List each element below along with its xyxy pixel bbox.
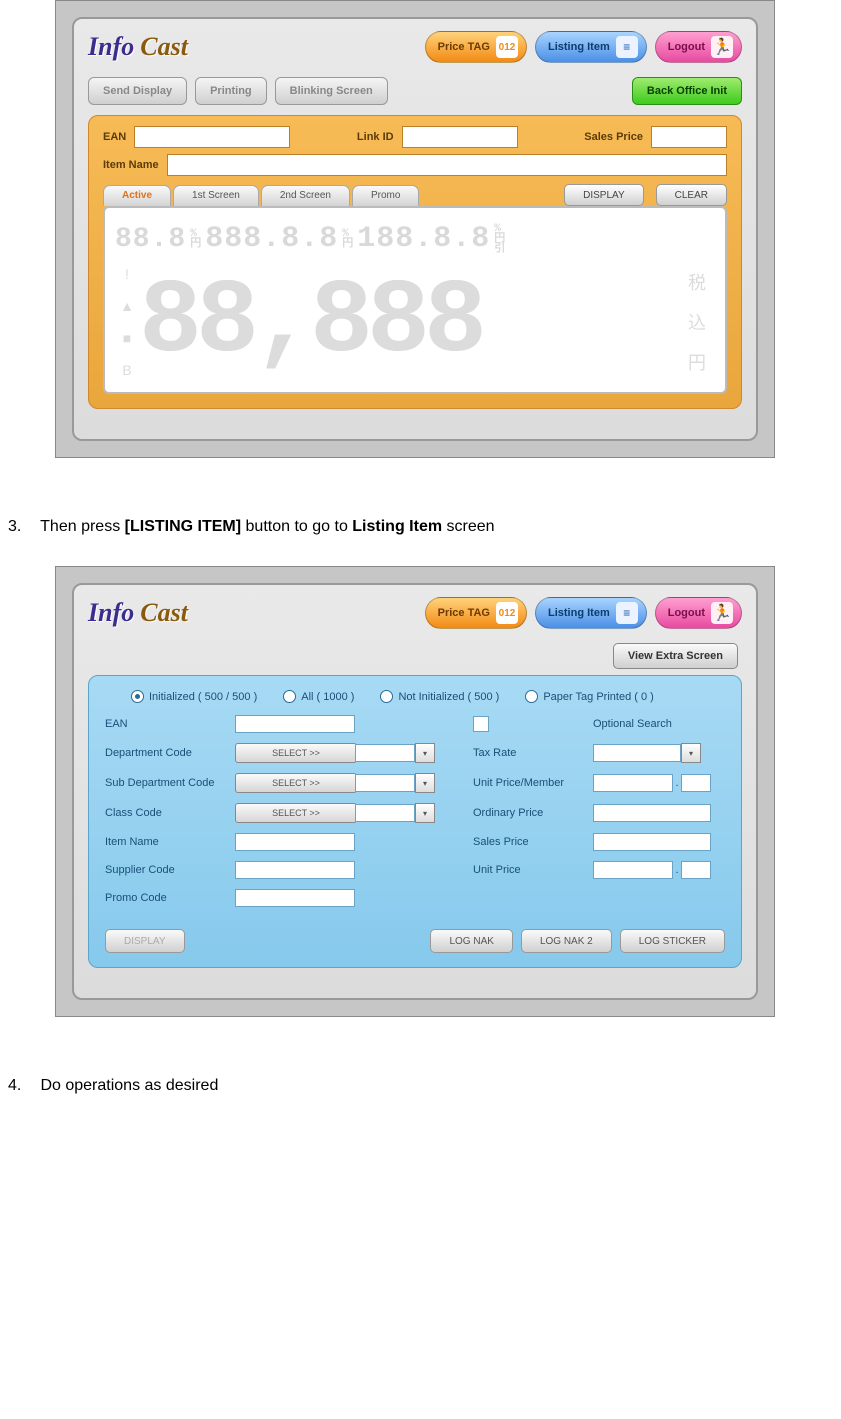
log-nak2-button[interactable]: LOG NAK 2: [521, 929, 612, 953]
department-select-button[interactable]: SELECT >>: [235, 743, 357, 763]
radio-icon: [380, 690, 393, 703]
exit-icon: 🏃: [711, 36, 733, 58]
department-code-label: Department Code: [105, 747, 235, 759]
lcd-display: 88.8 %円 888.8.8 %円 188.8.8 %円引 ! ▲ ■ B: [103, 206, 727, 394]
tab-promo[interactable]: Promo: [352, 185, 419, 206]
logout-label: Logout: [668, 41, 705, 53]
promo-code-input[interactable]: [235, 889, 355, 907]
radio-icon: [525, 690, 538, 703]
link-id-input[interactable]: [402, 126, 518, 148]
ean-label: EAN: [105, 718, 235, 730]
printing-button[interactable]: Printing: [195, 77, 267, 105]
lcd-right-labels: 税 込 円: [679, 262, 715, 382]
instruction-step-4: 4. Do operations as desired: [8, 1077, 841, 1095]
tax-rate-label: Tax Rate: [473, 747, 593, 759]
logo: Info Cast: [88, 598, 188, 628]
list-icon: ≡: [616, 602, 638, 624]
listing-item-label: Listing Item: [548, 41, 610, 53]
optional-search-checkbox[interactable]: [473, 716, 489, 732]
logout-button[interactable]: Logout 🏃: [655, 597, 742, 629]
unit-price-member-input-a[interactable]: [593, 774, 673, 792]
ordinary-price-input[interactable]: [593, 804, 711, 822]
view-extra-screen-button[interactable]: View Extra Screen: [613, 643, 738, 669]
dropdown-icon[interactable]: ▾: [415, 743, 435, 763]
listing-item-screenshot: Info Cast Price TAG 012 Listing Item ≡ L…: [55, 566, 775, 1017]
price-tag-label: Price TAG: [438, 41, 490, 53]
sub-department-input[interactable]: [355, 774, 415, 792]
lcd-top-left: 88.8: [115, 224, 186, 255]
class-code-input[interactable]: [355, 804, 415, 822]
sales-price-label: Sales Price: [473, 836, 593, 848]
tax-rate-input[interactable]: [593, 744, 681, 762]
sub-department-label: Sub Department Code: [105, 777, 235, 789]
dropdown-icon[interactable]: ▾: [415, 773, 435, 793]
ordinary-price-label: Ordinary Price: [473, 807, 593, 819]
unit-price-label: Unit Price: [473, 864, 593, 876]
radio-all[interactable]: All ( 1000 ): [283, 690, 354, 703]
tab-active[interactable]: Active: [103, 185, 171, 206]
radio-paper-tag[interactable]: Paper Tag Printed ( 0 ): [525, 690, 653, 703]
unit-price-input-a[interactable]: [593, 861, 673, 879]
logo-cast: Cast: [140, 32, 188, 62]
link-id-label: Link ID: [357, 131, 394, 143]
log-sticker-button[interactable]: LOG STICKER: [620, 929, 725, 953]
item-name-input[interactable]: [235, 833, 355, 851]
clear-button[interactable]: CLEAR: [656, 184, 727, 206]
price-tag-number-icon: 012: [496, 602, 518, 624]
sales-price-label: Sales Price: [584, 131, 643, 143]
radio-not-initialized[interactable]: Not Initialized ( 500 ): [380, 690, 499, 703]
subdepartment-select-button[interactable]: SELECT >>: [235, 773, 357, 793]
dropdown-icon[interactable]: ▾: [415, 803, 435, 823]
price-tag-button[interactable]: Price TAG 012: [425, 597, 527, 629]
sales-price-input[interactable]: [593, 833, 711, 851]
class-code-label: Class Code: [105, 807, 235, 819]
sales-price-input[interactable]: [651, 126, 727, 148]
price-tag-number-icon: 012: [496, 36, 518, 58]
radio-icon: [283, 690, 296, 703]
department-code-input[interactable]: [355, 744, 415, 762]
optional-search-label: Optional Search: [593, 718, 711, 730]
promo-code-label: Promo Code: [105, 892, 235, 904]
supplier-code-input[interactable]: [235, 861, 355, 879]
lcd-side-indicators: ! ▲ ■ B: [115, 262, 139, 382]
ean-input[interactable]: [235, 715, 355, 733]
item-name-label: Item Name: [105, 836, 235, 848]
listing-item-button[interactable]: Listing Item ≡: [535, 31, 647, 63]
item-name-input[interactable]: [167, 154, 727, 176]
radio-initialized[interactable]: Initialized ( 500 / 500 ): [131, 690, 257, 703]
lcd-top-mid: 888.8.8: [205, 222, 338, 256]
display-button[interactable]: DISPLAY: [564, 184, 644, 206]
unit-price-member-input-b[interactable]: [681, 774, 711, 792]
dropdown-icon[interactable]: ▾: [681, 743, 701, 763]
log-nak-button[interactable]: LOG NAK: [430, 929, 512, 953]
send-display-button[interactable]: Send Display: [88, 77, 187, 105]
list-icon: ≡: [616, 36, 638, 58]
supplier-code-label: Supplier Code: [105, 864, 235, 876]
ean-label: EAN: [103, 131, 126, 143]
price-tag-form: EAN Link ID Sales Price Item Name Active…: [88, 115, 742, 409]
listing-item-button[interactable]: Listing Item ≡: [535, 597, 647, 629]
lcd-top-right: 188.8.8: [357, 222, 490, 256]
tab-first-screen[interactable]: 1st Screen: [173, 185, 259, 206]
price-tag-button[interactable]: Price TAG 012: [425, 31, 527, 63]
unit-price-input-b[interactable]: [681, 861, 711, 879]
logo-info: Info: [88, 32, 134, 62]
back-office-init-button[interactable]: Back Office Init: [632, 77, 742, 105]
item-name-label: Item Name: [103, 159, 159, 171]
exit-icon: 🏃: [711, 602, 733, 624]
price-tag-screenshot: Info Cast Price TAG 012 Listing Item ≡ L…: [55, 0, 775, 458]
display-button[interactable]: DISPLAY: [105, 929, 185, 953]
radio-icon: [131, 690, 144, 703]
instruction-step-3: 3. Then press [LISTING ITEM] button to g…: [8, 518, 841, 536]
blinking-screen-button[interactable]: Blinking Screen: [275, 77, 388, 105]
class-select-button[interactable]: SELECT >>: [235, 803, 357, 823]
logout-button[interactable]: Logout 🏃: [655, 31, 742, 63]
ean-input[interactable]: [134, 126, 290, 148]
listing-item-form: Initialized ( 500 / 500 ) All ( 1000 ) N…: [88, 675, 742, 968]
logo: Info Cast: [88, 32, 188, 62]
tab-second-screen[interactable]: 2nd Screen: [261, 185, 350, 206]
lcd-main-digits: 88,888: [139, 262, 679, 382]
unit-price-member-label: Unit Price/Member: [473, 777, 593, 789]
